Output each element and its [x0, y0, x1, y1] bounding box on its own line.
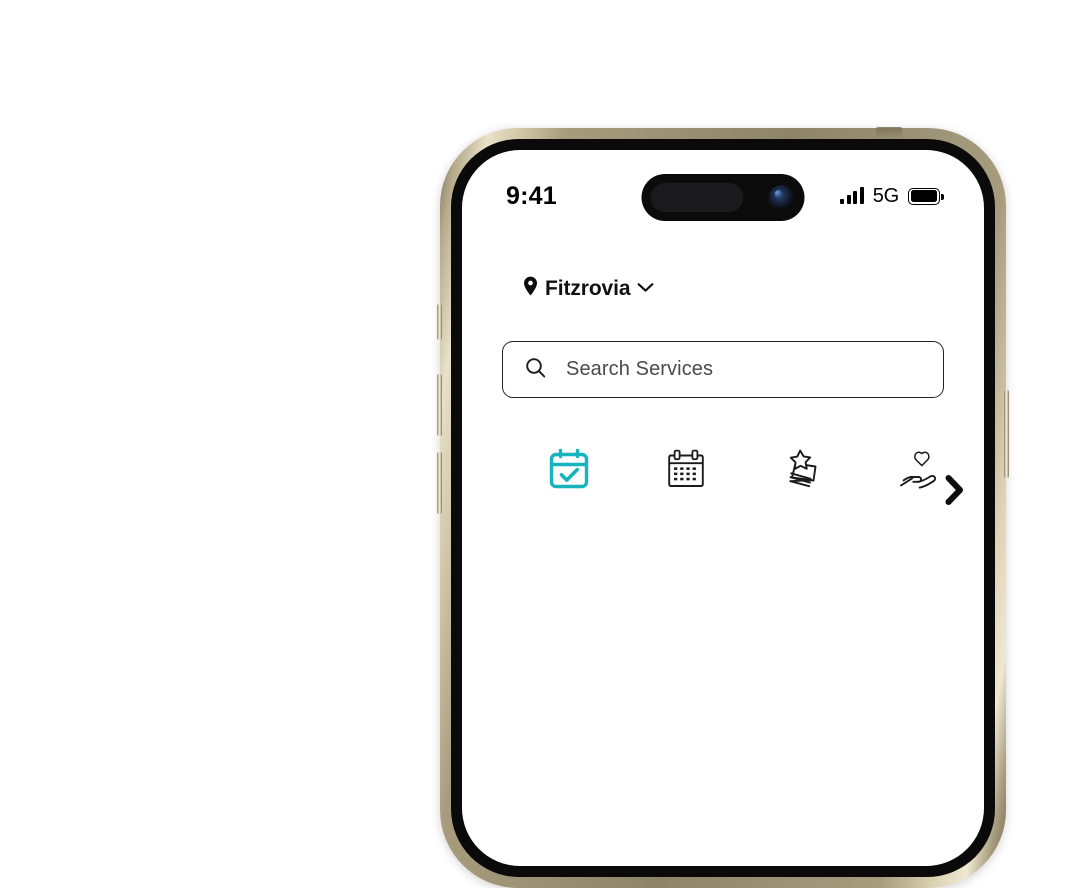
- search-input-placeholder[interactable]: Search Services: [566, 358, 713, 381]
- hand-heart-icon: [896, 445, 944, 493]
- volume-down-button[interactable]: [437, 452, 442, 514]
- antenna-band-top: [876, 127, 902, 139]
- calendar-icon: [662, 445, 710, 493]
- location-name: Fitzrovia: [545, 276, 631, 300]
- search-services-bar[interactable]: Search Services: [502, 341, 944, 398]
- service-category-carousel: [502, 445, 963, 505]
- phone-bezel: 9:41 5G Fitzrovia Search Services: [451, 139, 995, 877]
- action-button[interactable]: [437, 304, 442, 340]
- app-content: Fitzrovia Search Services: [462, 228, 984, 505]
- category-item-appointments[interactable]: [510, 445, 627, 493]
- location-pin-icon: [523, 276, 538, 301]
- battery-icon: [908, 187, 944, 205]
- volume-up-button[interactable]: [437, 374, 442, 436]
- dynamic-island[interactable]: [641, 174, 805, 221]
- front-camera-icon: [768, 185, 795, 211]
- device-stage: 9:41 5G Fitzrovia Search Services: [0, 0, 1080, 888]
- star-card-stack-icon: [779, 445, 827, 493]
- cellular-signal-icon: [840, 187, 864, 204]
- status-indicators: 5G: [840, 184, 944, 208]
- status-time: 9:41: [506, 181, 557, 210]
- network-type-label: 5G: [872, 184, 899, 207]
- phone-screen: 9:41 5G Fitzrovia Search Services: [462, 150, 984, 866]
- phone-frame: 9:41 5G Fitzrovia Search Services: [437, 127, 1009, 888]
- calendar-check-icon: [545, 445, 593, 493]
- category-item-offers[interactable]: [744, 445, 861, 493]
- power-button[interactable]: [1004, 390, 1009, 478]
- location-selector[interactable]: Fitzrovia: [523, 276, 944, 301]
- carousel-next-button[interactable]: [942, 473, 968, 507]
- face-id-sensor: [650, 183, 744, 212]
- chevron-down-icon[interactable]: [637, 280, 654, 298]
- category-item-schedule[interactable]: [627, 445, 744, 493]
- search-icon: [525, 357, 546, 383]
